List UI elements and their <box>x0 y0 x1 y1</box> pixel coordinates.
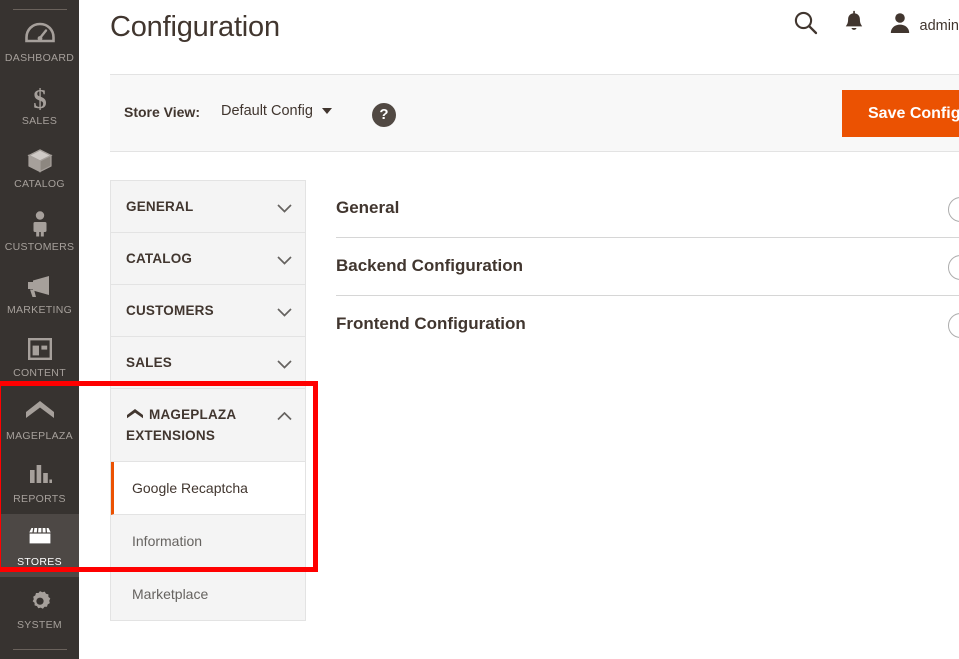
chevron-down-icon <box>277 252 292 270</box>
nav-section-general[interactable]: GENERAL <box>110 180 306 232</box>
content-section-frontend-configuration[interactable]: Frontend Configuration <box>336 296 959 353</box>
megaphone-icon <box>2 273 77 301</box>
store-view-bar: Store View: Default Config ? Save Config <box>110 74 959 152</box>
account-menu[interactable]: admin <box>889 11 959 40</box>
account-name: admin <box>919 17 959 34</box>
sidebar-item-label: CUSTOMERS <box>4 241 75 253</box>
layout-panel-icon <box>2 336 77 364</box>
sidebar-item-catalog[interactable]: CATALOG <box>0 136 79 199</box>
storefront-icon <box>2 525 77 553</box>
sidebar-item-marketing[interactable]: MARKETING <box>0 262 79 325</box>
page-title: Configuration <box>110 11 280 43</box>
nav-section-label: SALES <box>126 355 173 370</box>
sidebar-item-label: STORES <box>17 556 62 568</box>
content-section-title: Frontend Configuration <box>336 314 526 333</box>
dashboard-gauge-icon <box>2 21 77 49</box>
nav-section-sales[interactable]: SALES <box>110 336 306 388</box>
header-tools: admin <box>793 10 959 41</box>
nav-subitem-google-recaptcha[interactable]: Google Recaptcha <box>111 462 305 515</box>
person-icon <box>2 210 77 238</box>
sidebar-item-label: MARKETING <box>6 304 73 316</box>
configuration-nav: GENERAL CATALOG CUSTOMERS SALES MAGEPLAZ… <box>110 180 306 621</box>
admin-page: DASHBOARD $ SALES CATALOG CUSTOMERS MARK… <box>0 0 959 659</box>
sidebar-item-label: CATALOG <box>14 178 65 190</box>
collapse-toggle-icon[interactable] <box>948 255 959 280</box>
svg-text:$: $ <box>33 84 47 112</box>
user-avatar-icon <box>889 11 911 40</box>
chevron-down-icon <box>277 356 292 374</box>
dollar-sign-icon: $ <box>2 84 77 112</box>
sidebar-item-reports[interactable]: REPORTS <box>0 451 79 514</box>
sidebar-item-sales[interactable]: $ SALES <box>0 73 79 136</box>
chevron-down-icon <box>277 200 292 218</box>
save-config-button[interactable]: Save Config <box>842 90 959 137</box>
collapse-toggle-icon[interactable] <box>948 197 959 222</box>
mageplaza-chevron-icon <box>126 408 144 426</box>
question-mark-icon[interactable]: ? <box>372 103 396 127</box>
sidebar-item-find-partners[interactable] <box>0 650 79 659</box>
chevron-down-icon <box>321 108 332 114</box>
nav-subitem-label: Information <box>132 533 203 549</box>
nav-section-label: GENERAL <box>126 199 194 214</box>
store-view-select[interactable]: Default Config <box>221 103 332 119</box>
chevron-up-icon <box>277 408 292 426</box>
page-header: Configuration admin <box>79 0 959 72</box>
bell-icon[interactable] <box>843 10 865 41</box>
sidebar-item-label: CONTENT <box>13 367 66 379</box>
mageplaza-chevron-icon <box>2 399 77 427</box>
nav-subitem-information[interactable]: Information <box>111 515 305 568</box>
sidebar-item-stores[interactable]: STORES <box>0 514 79 577</box>
nav-section-label: CATALOG <box>126 251 193 266</box>
search-icon[interactable] <box>793 10 819 41</box>
sidebar-item-content[interactable]: CONTENT <box>0 325 79 388</box>
configuration-content: General Backend Configuration Frontend C… <box>336 180 959 353</box>
store-view-label: Store View: <box>124 104 200 120</box>
nav-subitem-marketplace[interactable]: Marketplace <box>111 568 305 621</box>
nav-subitem-label: Google Recaptcha <box>132 480 248 496</box>
sidebar-item-label: SYSTEM <box>17 619 62 631</box>
admin-sidebar: DASHBOARD $ SALES CATALOG CUSTOMERS MARK… <box>0 0 79 659</box>
content-section-backend-configuration[interactable]: Backend Configuration <box>336 238 959 296</box>
content-section-title: Backend Configuration <box>336 256 524 275</box>
sidebar-item-label: MAGEPLAZA <box>6 430 73 442</box>
gear-icon <box>2 588 77 616</box>
store-view-value: Default Config <box>221 103 313 119</box>
chevron-down-icon <box>277 304 292 322</box>
mageplaza-subitems: Google Recaptcha Information Marketplace <box>110 462 306 621</box>
sidebar-item-label: REPORTS <box>13 493 66 505</box>
nav-section-label: CUSTOMERS <box>126 303 214 318</box>
nav-subitem-label: Marketplace <box>132 586 209 602</box>
sidebar-item-mageplaza[interactable]: MAGEPLAZA <box>0 388 79 451</box>
nav-section-customers[interactable]: CUSTOMERS <box>110 284 306 336</box>
sidebar-item-customers[interactable]: CUSTOMERS <box>0 199 79 262</box>
collapse-toggle-icon[interactable] <box>948 313 959 338</box>
bar-chart-icon <box>2 462 77 490</box>
content-section-title: General <box>336 198 400 217</box>
sidebar-item-system[interactable]: SYSTEM <box>0 577 79 640</box>
box-icon <box>2 147 77 175</box>
sidebar-item-label: DASHBOARD <box>4 52 75 64</box>
sidebar-item-label: SALES <box>21 115 58 127</box>
content-section-general[interactable]: General <box>336 180 959 238</box>
nav-section-mageplaza-extensions[interactable]: MAGEPLAZA EXTENSIONS <box>110 388 306 462</box>
nav-section-catalog[interactable]: CATALOG <box>110 232 306 284</box>
sidebar-item-dashboard[interactable]: DASHBOARD <box>0 10 79 73</box>
